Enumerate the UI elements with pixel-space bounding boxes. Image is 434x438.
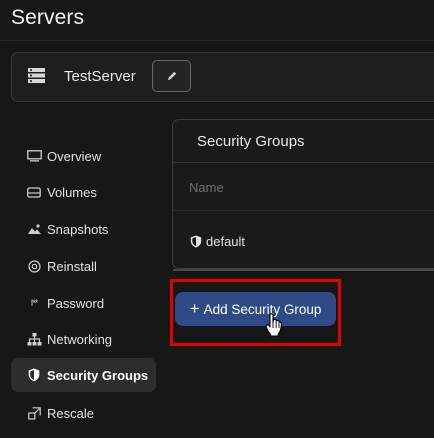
sidebar-item-label: Rescale xyxy=(47,405,94,421)
hand-cursor-icon xyxy=(265,313,282,337)
panel-bottom-border xyxy=(173,269,434,271)
reinstall-icon xyxy=(25,259,43,273)
server-name: TestServer xyxy=(64,68,136,85)
sidebar-item-label: Overview xyxy=(47,148,102,164)
sidebar-item-security-groups[interactable]: Security Groups xyxy=(11,358,156,392)
security-group-name: default xyxy=(206,234,246,249)
plus-icon: + xyxy=(189,299,200,318)
panel-divider xyxy=(173,162,434,163)
table-row[interactable]: default xyxy=(190,234,245,249)
sidebar-item-label: Volumes xyxy=(47,184,97,200)
sidebar-item-label: Snapshots xyxy=(47,221,109,237)
sidebar-item-password[interactable]: I** Password xyxy=(11,286,156,320)
top-divider xyxy=(0,40,434,41)
sidebar-item-reinstall[interactable]: Reinstall xyxy=(11,249,156,283)
rescale-icon xyxy=(25,406,43,420)
sidebar-item-networking[interactable]: Networking xyxy=(11,322,156,356)
sidebar-item-volumes[interactable]: Volumes xyxy=(11,175,156,209)
edit-server-button[interactable] xyxy=(152,60,191,92)
sidebar-item-label: Networking xyxy=(47,331,113,347)
password-icon: I** xyxy=(30,298,39,308)
network-icon xyxy=(25,332,43,346)
sidebar-item-label: Security Groups xyxy=(47,367,149,383)
sidebar-item-label: Password xyxy=(47,295,105,311)
column-header-name[interactable]: Name xyxy=(189,180,224,195)
snapshot-icon xyxy=(25,222,43,236)
shield-icon xyxy=(25,368,43,382)
panel-title: Security Groups xyxy=(197,133,305,150)
pencil-icon xyxy=(167,71,176,80)
server-icon xyxy=(28,68,45,83)
add-security-group-button[interactable]: + Add Security Group xyxy=(175,292,336,326)
sidebar-item-rescale[interactable]: Rescale xyxy=(11,396,156,430)
sidebar-item-overview[interactable]: Overview xyxy=(11,139,156,173)
page-title: Servers xyxy=(11,6,85,29)
add-security-group-label: Add Security Group xyxy=(203,301,322,317)
sidebar-item-snapshots[interactable]: Snapshots xyxy=(11,212,156,246)
drive-icon xyxy=(25,185,43,199)
server-card: TestServer xyxy=(11,52,434,102)
sidebar-item-label: Reinstall xyxy=(47,258,97,274)
security-groups-panel: Security Groups Name default xyxy=(172,119,434,271)
shield-icon xyxy=(190,235,202,248)
row-divider xyxy=(173,210,434,211)
monitor-icon xyxy=(25,149,43,163)
